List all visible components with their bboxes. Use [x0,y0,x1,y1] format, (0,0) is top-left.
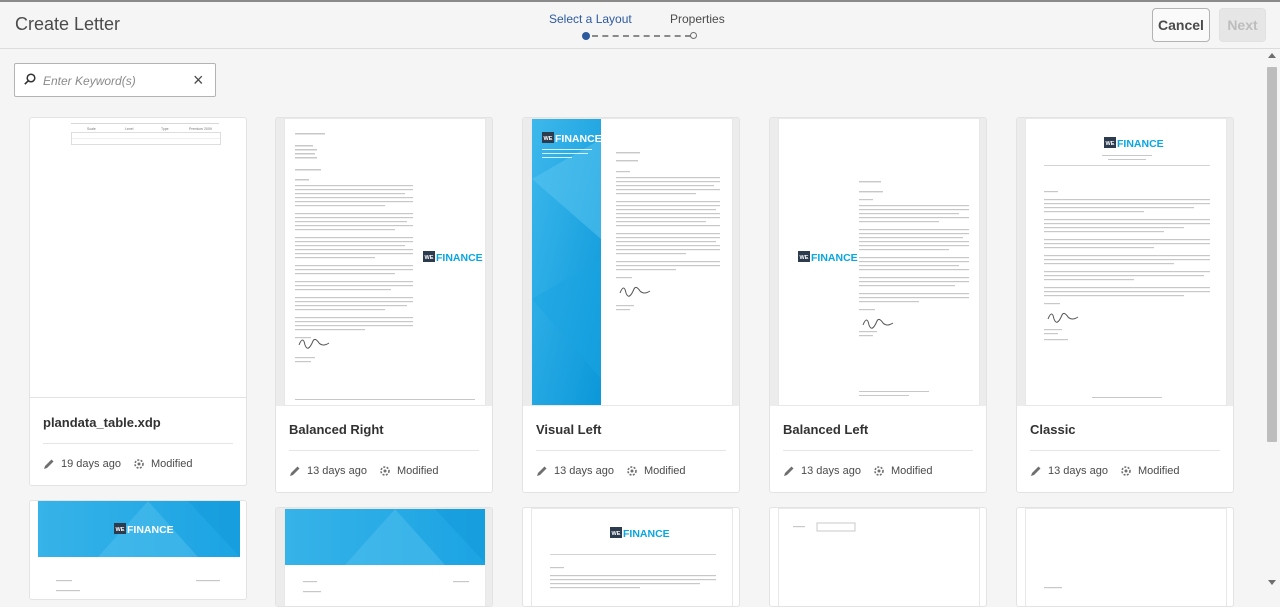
modified-icon [874,466,884,476]
close-icon[interactable]: × [193,70,204,91]
svg-text:WE: WE [116,527,125,533]
letter-preview: WE FINANCE [798,181,969,396]
svg-text:FINANCE: FINANCE [623,528,670,540]
template-card-row2-5[interactable] [1016,507,1234,607]
letter-preview: WE FINANCE [532,119,720,405]
svg-text:WE: WE [425,255,434,261]
modified-icon [134,459,144,469]
card-meta: 13 days ago Modified [536,465,686,477]
template-thumbnail: Scale Level Type Premium 2009 [38,118,240,404]
template-thumbnail [1025,508,1227,606]
step-progress-indicator [582,32,700,40]
card-divider [289,450,479,451]
template-card-row2-4[interactable] [769,507,987,607]
template-thumbnail: WE FINANCE [38,501,240,599]
card-divider [1030,450,1220,451]
card-age: 13 days ago [307,465,367,477]
template-thumbnail: WE FINANCE [1025,118,1227,406]
svg-text:FINANCE: FINANCE [1117,138,1164,150]
template-thumbnail: WE FINANCE [531,118,733,406]
svg-text:WE: WE [612,531,621,537]
pencil-icon [537,466,547,476]
card-meta: 13 days ago Modified [289,465,439,477]
step-progress-line [592,35,691,37]
svg-text:Type: Type [161,127,169,131]
template-card-classic[interactable]: WE FINANCE Classic 13 days ago Modified [1016,117,1234,493]
svg-text:FINANCE: FINANCE [127,524,174,536]
letter-preview [1044,587,1062,589]
card-meta: 13 days ago Modified [1030,465,1180,477]
pencil-icon [1031,466,1041,476]
svg-text:Scale: Scale [87,127,96,131]
template-card-row2-1[interactable]: WE FINANCE [29,500,247,600]
card-age: 13 days ago [554,465,614,477]
card-status: Modified [890,465,933,477]
search-input[interactable]: Enter Keyword(s) [43,74,136,88]
card-meta: 13 days ago Modified [783,465,933,477]
cancel-button[interactable]: Cancel [1152,8,1210,42]
card-age: 13 days ago [1048,465,1108,477]
table-preview: Scale Level Type Premium 2009 [71,127,221,145]
modified-icon [627,466,637,476]
template-thumbnail [778,508,980,606]
svg-text:WE: WE [1106,141,1115,147]
template-card-balanced-right[interactable]: WE FINANCE Balanced Right 13 days ago Mo… [275,117,493,493]
scrollbar-thumb[interactable] [1267,67,1277,442]
card-status: Modified [643,465,686,477]
card-title[interactable]: Balanced Left [783,422,868,437]
template-thumbnail [284,508,486,606]
pencil-icon [44,459,54,469]
card-divider [43,443,233,444]
template-card-balanced-left[interactable]: WE FINANCE Balanced Left 13 days ago Mod… [769,117,987,493]
card-age: 19 days ago [61,458,121,470]
header-bar: Create Letter Select a Layout Properties… [0,2,1280,49]
card-meta: 19 days ago Modified [43,458,193,470]
modified-icon [380,466,390,476]
template-card-visual-left[interactable]: WE FINANCE Visual Left 13 days ago Modif… [522,117,740,493]
card-status: Modified [150,458,193,470]
letter-preview: WE FINANCE [1044,137,1210,398]
letter-preview: WE FINANCE [38,501,240,592]
step-properties[interactable]: Properties [670,12,725,26]
search-icon [24,73,36,85]
svg-text:Level: Level [125,127,134,131]
svg-text:FINANCE: FINANCE [436,252,483,264]
pencil-icon [290,466,300,476]
template-thumbnail: WE FINANCE [778,118,980,406]
card-divider [536,450,726,451]
letter-preview: WE FINANCE [295,133,483,400]
step-select-layout[interactable]: Select a Layout [549,12,632,26]
letter-preview [793,522,856,532]
svg-text:FINANCE: FINANCE [555,133,602,145]
svg-text:Premium 2009: Premium 2009 [189,127,212,131]
svg-text:WE: WE [544,136,553,142]
template-card-row2-2[interactable] [275,507,493,607]
svg-text:WE: WE [800,255,809,261]
pencil-icon [784,466,794,476]
letter-preview: WE FINANCE [550,527,716,589]
step-next-dot [690,32,697,39]
card-divider [783,450,973,451]
template-card-plandata[interactable]: Scale Level Type Premium 2009 plandata_t… [29,117,247,486]
search-box[interactable]: Enter Keyword(s) × [14,63,216,97]
letter-preview [285,509,485,593]
step-current-dot [582,32,590,40]
card-title[interactable]: Balanced Right [289,422,384,437]
scroll-down-arrow[interactable] [1268,580,1276,585]
template-card-row2-3[interactable]: WE FINANCE [522,507,740,607]
template-thumbnail: WE FINANCE [531,508,733,606]
template-thumbnail: WE FINANCE [284,118,486,406]
svg-text:FINANCE: FINANCE [811,252,858,264]
page-title: Create Letter [15,14,121,34]
card-title[interactable]: Visual Left [536,422,602,437]
next-button[interactable]: Next [1219,8,1266,42]
card-title[interactable]: Classic [1030,422,1076,437]
card-status: Modified [396,465,439,477]
card-age: 13 days ago [801,465,861,477]
scroll-up-arrow[interactable] [1268,53,1276,58]
vertical-scrollbar[interactable] [1264,49,1280,592]
card-title[interactable]: plandata_table.xdp [43,415,161,430]
modified-icon [1121,466,1131,476]
card-status: Modified [1137,465,1180,477]
